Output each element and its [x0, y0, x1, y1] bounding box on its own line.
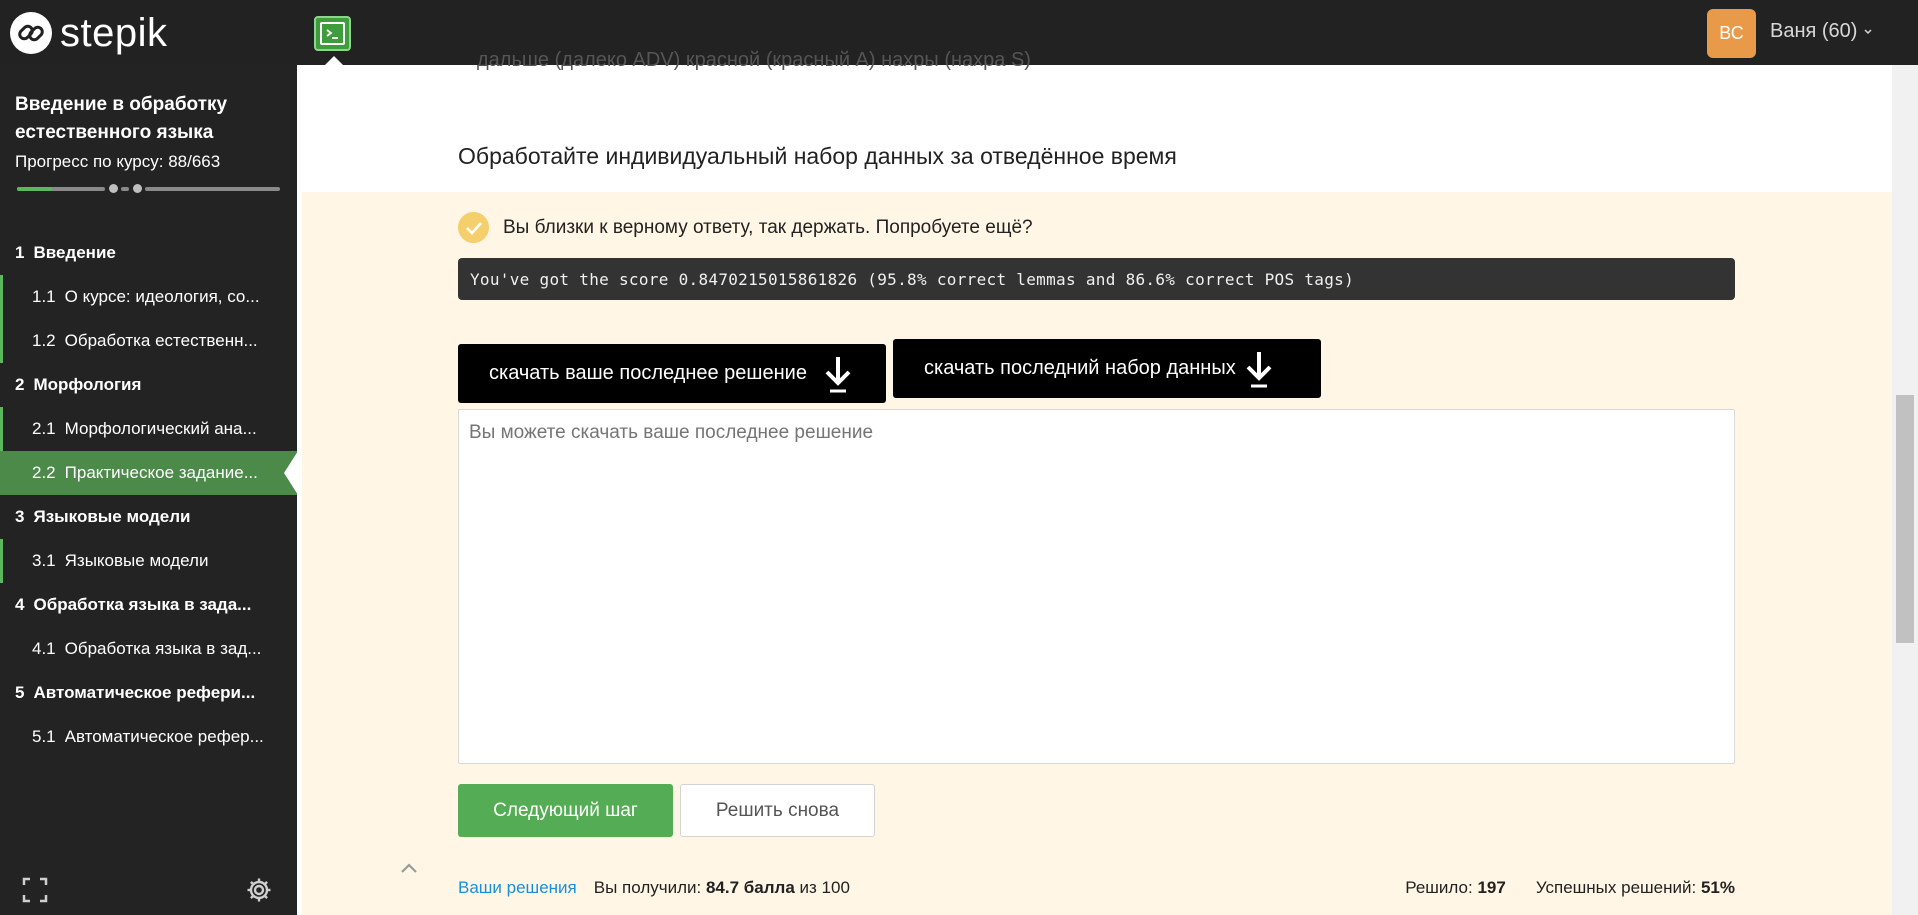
scroll-up-icon[interactable]: [397, 857, 421, 881]
scrollbar-thumb[interactable]: [1896, 395, 1914, 643]
received-prefix: Вы получили:: [593, 878, 702, 897]
received-suffix: из 100: [799, 878, 850, 897]
toc-lesson-1-2[interactable]: 1.2 Обработка естественн...: [0, 319, 297, 363]
toc-label: Автоматическое рефер...: [64, 727, 264, 746]
toc-number: 5: [15, 683, 25, 702]
toc-number: 3: [15, 507, 25, 526]
toc-label: Введение: [33, 243, 116, 262]
toc-module-2[interactable]: 2 Морфология: [0, 363, 297, 407]
toc-lesson-2-2-active[interactable]: 2.2 Практическое задание...: [0, 451, 297, 495]
step-statistics: Решило: 197 Успешных решений: 51%: [1405, 878, 1735, 898]
status-message: Вы близки к верному ответу, так держать.…: [503, 216, 1033, 238]
toc-label: Практическое задание...: [64, 463, 258, 482]
fullscreen-icon[interactable]: [22, 877, 48, 903]
download-dataset-label: скачать последний набор данных: [924, 357, 1236, 379]
active-item-pointer: [284, 451, 297, 495]
toc-label: Морфология: [33, 375, 142, 394]
download-icon: [825, 357, 851, 393]
terminal-icon: [320, 22, 345, 45]
toc-label: Языковые модели: [64, 551, 209, 570]
download-solution-button[interactable]: скачать ваше последнее решение: [458, 344, 886, 403]
progress-segment: [121, 187, 129, 191]
chevron-down-icon: [1864, 28, 1872, 34]
toc-lesson-5-1[interactable]: 5.1 Автоматическое рефер...: [0, 715, 297, 759]
gear-icon[interactable]: [246, 877, 272, 903]
page-scrollbar[interactable]: [1892, 65, 1918, 915]
course-progress-label: Прогресс по курсу:: [15, 152, 164, 171]
course-sidebar: Введение в обработку естественного языка…: [0, 65, 297, 915]
toc-label: Обработка языка в зада...: [33, 595, 252, 614]
toc-number: 1.1: [32, 287, 56, 306]
toc-number: 2.2: [32, 463, 56, 482]
stepik-logo-icon: [10, 12, 52, 54]
stepik-logo[interactable]: stepik: [10, 12, 168, 54]
toc-label: Автоматическое рефери...: [33, 683, 256, 702]
solved-label: Решило:: [1405, 878, 1473, 897]
received-score: Вы получили: 84.7 балла из 100: [594, 878, 850, 898]
toc-lesson-2-1[interactable]: 2.1 Морфологический ана...: [0, 407, 297, 451]
solved-value: 197: [1477, 878, 1506, 897]
code-terminal-button[interactable]: [314, 16, 351, 51]
course-title[interactable]: Введение в обработку естественного языка: [15, 91, 285, 147]
toc-label: Обработка языка в зад...: [64, 639, 262, 658]
download-icon: [1246, 352, 1272, 388]
progress-dot: [109, 184, 118, 193]
step-heading: Обработайте индивидуальный набор данных …: [458, 143, 1177, 169]
attempt-score-summary: Ваши решения Вы получили: 84.7 балла из …: [458, 878, 850, 898]
user-name-label: Ваня (60): [1770, 20, 1858, 42]
toc-label: Морфологический ана...: [64, 419, 257, 438]
previous-content-text: дальше (далеко ADV) красной (красный A) …: [477, 49, 1031, 71]
toc-number: 5.1: [32, 727, 56, 746]
course-progress-value: 88/663: [168, 152, 221, 171]
toc-label: Языковые модели: [33, 507, 191, 526]
toc-label: О курсе: идеология, со...: [64, 287, 260, 306]
toc-number: 2.1: [32, 419, 56, 438]
received-points: 84.7 балла: [705, 878, 795, 897]
solved-count: Решило: 197: [1405, 878, 1506, 898]
toc-module-3[interactable]: 3 Языковые модели: [0, 495, 297, 539]
toc-module-5[interactable]: 5 Автоматическое рефери...: [0, 671, 297, 715]
progress-fill: [17, 187, 52, 191]
toc-number: 1.2: [32, 331, 56, 350]
stepik-logo-text: stepik: [60, 11, 168, 55]
course-progress-bar: [17, 184, 280, 193]
score-output: You've got the score 0.8470215015861826 …: [458, 258, 1735, 300]
success-rate: Успешных решений: 51%: [1536, 878, 1735, 898]
course-progress-text: Прогресс по курсу: 88/663: [15, 152, 220, 172]
attempt-footer: Ваши решения Вы получили: 84.7 балла из …: [458, 878, 1735, 902]
download-dataset-button[interactable]: скачать последний набор данных: [893, 339, 1321, 398]
your-solutions-link[interactable]: Ваши решения: [458, 878, 577, 898]
progress-segment: [145, 187, 280, 191]
toc-number: 3.1: [32, 551, 56, 570]
solution-textarea[interactable]: [458, 409, 1735, 764]
progress-dot: [133, 184, 142, 193]
toc-number: 1: [15, 243, 25, 262]
toc-number: 2: [15, 375, 25, 394]
avatar[interactable]: ВС: [1707, 9, 1756, 58]
toc-module-4[interactable]: 4 Обработка языка в зада...: [0, 583, 297, 627]
toc-lesson-1-1[interactable]: 1.1 О курсе: идеология, со...: [0, 275, 297, 319]
toc-label: Обработка естественн...: [64, 331, 258, 350]
download-solution-label: скачать ваше последнее решение: [489, 362, 807, 384]
attempt-status: Вы близки к верному ответу, так держать.…: [458, 212, 1033, 243]
user-menu[interactable]: Ваня (60): [1770, 20, 1873, 43]
toc-number: 4: [15, 595, 25, 614]
retry-button[interactable]: Решить снова: [680, 784, 875, 837]
toc-module-1[interactable]: 1 Введение: [0, 231, 297, 275]
step-content: дальше (далеко ADV) красной (красный A) …: [297, 49, 1892, 915]
success-label: Успешных решений:: [1535, 878, 1697, 897]
toc-lesson-3-1[interactable]: 3.1 Языковые модели: [0, 539, 297, 583]
toc-number: 4.1: [32, 639, 56, 658]
toc-lesson-4-1[interactable]: 4.1 Обработка языка в зад...: [0, 627, 297, 671]
success-value: 51%: [1700, 878, 1735, 897]
check-icon: [458, 212, 489, 243]
next-step-button[interactable]: Следующий шаг: [458, 784, 673, 837]
